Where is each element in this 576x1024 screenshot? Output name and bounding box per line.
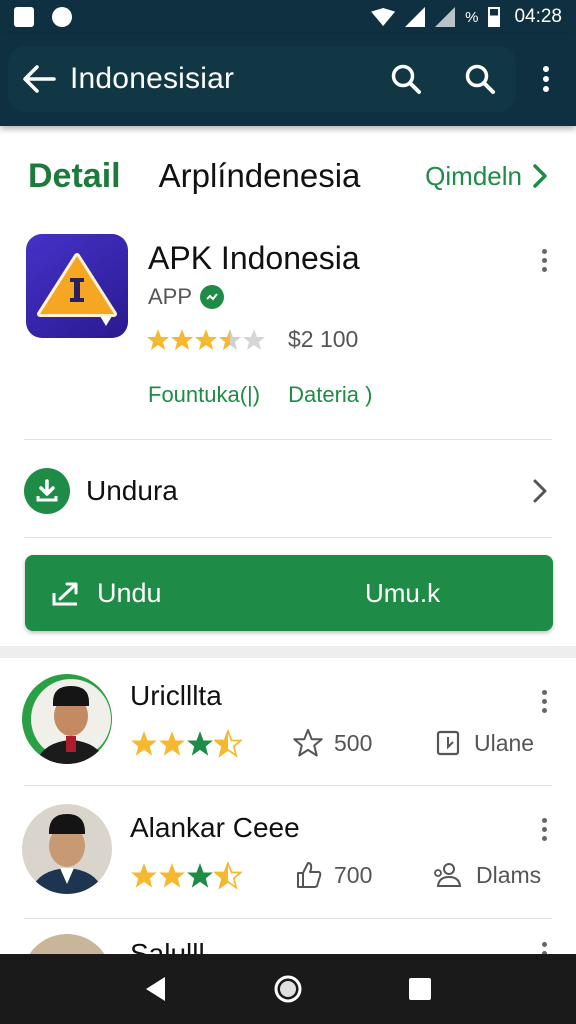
chevron-right-icon[interactable]: [532, 163, 548, 189]
list-item-stat-value: 700: [334, 861, 373, 888]
divider: [24, 439, 552, 440]
install-button-label: Undu: [97, 577, 162, 608]
list-item-stat-label: Dlams: [476, 861, 542, 888]
status-bar: % 04:28: [0, 0, 576, 34]
install-button[interactable]: Undu Umu.k: [25, 555, 553, 631]
tab-bar: Detail Arplíndenesia Qimdeln: [0, 126, 576, 226]
overflow-menu-button[interactable]: [526, 46, 566, 112]
download-label: Undura: [86, 475, 178, 506]
app-bar: Indonesisiar: [0, 34, 576, 126]
recents-nav-icon: [409, 978, 431, 1000]
warning-logo-icon: [37, 253, 117, 326]
divider: [24, 918, 552, 919]
nav-recents-button[interactable]: [390, 959, 450, 1019]
list-item-stat-value: 500: [334, 729, 373, 756]
star-rating: [130, 862, 242, 890]
avatar: [22, 934, 112, 954]
list-item[interactable]: Alankar Ceee 700 Dlams: [0, 800, 576, 926]
star-rating: [146, 328, 266, 352]
star-full-icon: [171, 328, 193, 350]
star-full-icon: [159, 863, 185, 888]
chevron-right-icon: [533, 479, 547, 503]
more-vert-icon: [534, 62, 558, 96]
star-full-icon: [131, 731, 157, 756]
tab-second[interactable]: Arplíndenesia: [159, 157, 361, 195]
list-item-more-icon[interactable]: [532, 936, 556, 954]
person-photo-icon: [31, 679, 111, 764]
bookmark-icon: [436, 730, 460, 756]
app-type-label: APP: [148, 284, 193, 309]
thumbs-up-icon: [297, 862, 322, 888]
notification-icon: [52, 7, 72, 27]
back-button[interactable]: [8, 46, 70, 112]
search-icon: [391, 64, 421, 94]
list-item[interactable]: Uriclllta 500 Ulane: [0, 670, 576, 796]
list-item-more-icon[interactable]: [532, 812, 556, 846]
battery-percent: %: [465, 8, 479, 26]
app-subtitle: APP: [148, 284, 225, 310]
wifi-icon: [371, 8, 396, 26]
star-half-icon: [214, 862, 242, 890]
nav-home-button[interactable]: [258, 959, 318, 1019]
star-outline-icon: [293, 728, 323, 757]
list-item-stat: 500: [292, 728, 372, 758]
avatar: [22, 674, 112, 764]
section-divider: [0, 646, 576, 658]
list-item-stat: 700: [294, 860, 372, 890]
install-button-label-2: Umu.k: [365, 577, 441, 608]
app-name: APK Indonesia: [148, 240, 360, 276]
tab-third[interactable]: Qimdeln: [425, 161, 522, 192]
tab-detail[interactable]: Detail: [28, 157, 121, 196]
app-links: Fountuka(|) Dateria ): [148, 382, 372, 408]
app-link-2[interactable]: Dateria ): [288, 382, 372, 408]
download-row[interactable]: Undura: [24, 452, 552, 530]
list-item-stat-label: Ulane: [474, 729, 535, 756]
avatar: [22, 804, 112, 894]
list-item-stat-2: Ulane: [434, 728, 534, 758]
back-nav-icon: [146, 977, 165, 1001]
search-button[interactable]: [380, 46, 432, 112]
divider: [24, 785, 552, 786]
search-icon: [465, 64, 495, 94]
app-link-1[interactable]: Fountuka(|): [148, 382, 260, 408]
list-item-stat-2: Dlams: [432, 860, 541, 890]
list-item-more-icon[interactable]: [532, 684, 556, 718]
star-full-icon: [159, 731, 185, 756]
star-full-icon: [131, 863, 157, 888]
search-button-2[interactable]: [454, 46, 506, 112]
app-icon[interactable]: [26, 234, 128, 338]
group-icon: [434, 863, 462, 887]
star-full-icon: [147, 328, 169, 350]
signal-weak-icon: [435, 7, 456, 27]
star-full-icon: [187, 731, 213, 756]
list-item-name: Uriclllta: [130, 680, 222, 711]
back-arrow-icon: [23, 65, 56, 93]
list-item-name: Salulll: [130, 938, 205, 954]
app-rating: $2 100: [146, 326, 358, 353]
signal-icon: [405, 7, 426, 27]
star-full-icon: [187, 863, 213, 888]
search-query[interactable]: Indonesisiar: [70, 62, 234, 96]
battery-icon: [488, 7, 501, 27]
star-half-icon: [214, 730, 242, 758]
star-full-icon: [195, 328, 217, 350]
list-item[interactable]: Salulll: [0, 930, 576, 954]
list-item-name: Alankar Ceee: [130, 812, 300, 843]
star-rating: [130, 730, 242, 758]
star-half-icon: [219, 328, 241, 350]
divider: [24, 537, 552, 538]
image-icon: [14, 7, 34, 27]
navigation-bar: [0, 954, 576, 1024]
app-more-icon[interactable]: [532, 243, 556, 277]
download-icon: [24, 468, 70, 514]
search-bar[interactable]: Indonesisiar: [8, 46, 516, 112]
star-empty-icon: [243, 328, 265, 350]
status-time: 04:28: [514, 6, 562, 27]
verified-badge-icon: [200, 285, 225, 309]
app-price: $2 100: [288, 326, 359, 352]
home-nav-icon: [274, 975, 302, 1003]
share-icon: [52, 582, 78, 606]
person-photo-icon: [30, 814, 104, 894]
nav-back-button[interactable]: [126, 959, 186, 1019]
